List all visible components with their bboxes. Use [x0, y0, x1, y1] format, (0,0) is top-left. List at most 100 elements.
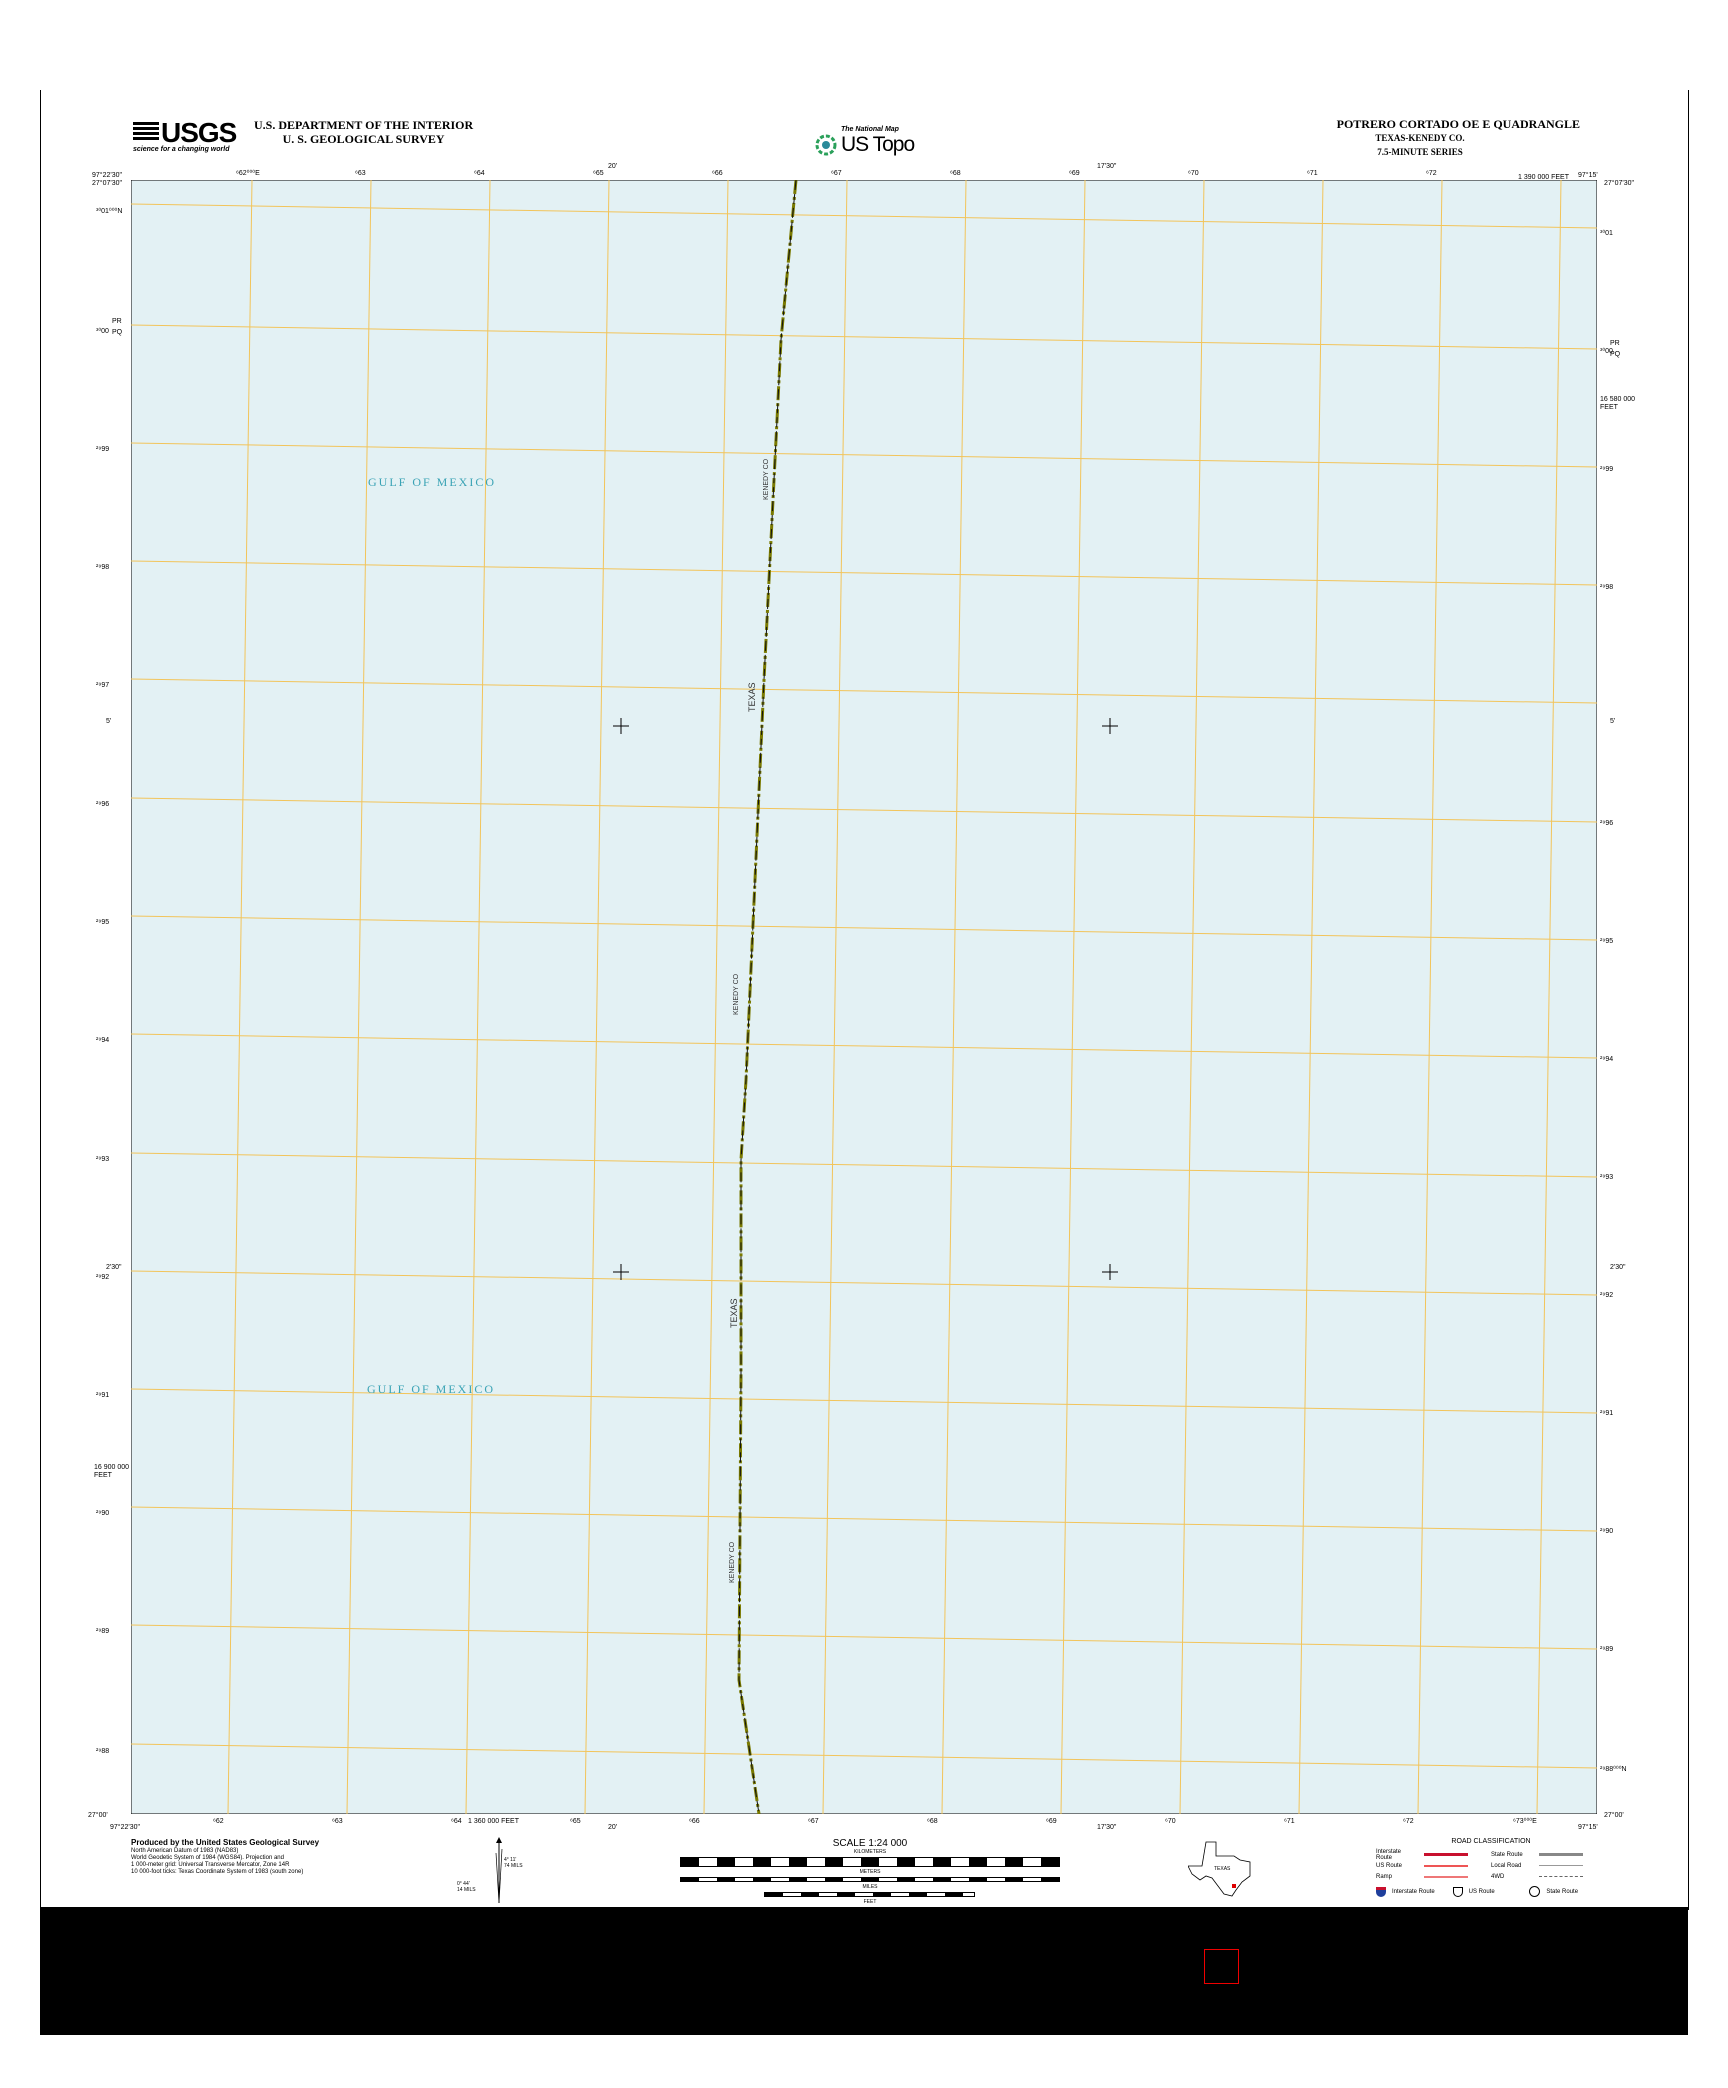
top-tick-label: ⁶69 [1069, 170, 1080, 177]
road-ramp-swatch [1424, 1875, 1468, 1878]
road-state-label: State Route [1491, 1851, 1523, 1858]
state-route-shield-icon [1529, 1886, 1541, 1897]
boundary-label-kenedy-2: KENEDY CO [733, 973, 740, 1015]
declination-diagram: 0° 44' 14 MILS 4° 11' 74 MILS [457, 1837, 523, 1904]
left-tick-label: ²⁹91 [96, 1392, 110, 1399]
road-classification: ROAD CLASSIFICATION Interstate Route Sta… [1376, 1838, 1606, 1897]
right-minute-label-1: 5' [1610, 718, 1616, 725]
state-location-map: TEXAS [1188, 1841, 1251, 1897]
top-tick-label: ⁶62⁰⁰⁰E [236, 170, 260, 177]
department-line1: U.S. DEPARTMENT OF THE INTERIOR [254, 118, 474, 132]
datum-line-4: 10 000-foot ticks: Texas Coordinate Syst… [131, 1869, 304, 1875]
right-tick-label: ³⁰01 [1600, 230, 1613, 237]
usgs-tagline: science for a changing world [133, 146, 230, 153]
bottom-tick-label: ⁶67 [808, 1818, 819, 1825]
quad-location-marker [1232, 1884, 1236, 1888]
right-tick-label: ²⁹90 [1600, 1528, 1614, 1535]
left-tick-label: ³⁰01⁰⁰⁰N [96, 208, 123, 215]
right-tick-label: ²⁹93 [1600, 1174, 1614, 1181]
bottom-black-bar [40, 1907, 1688, 2035]
road-us-swatch [1424, 1864, 1468, 1867]
gn-declination: 0° 44' 14 MILS [457, 1881, 476, 1893]
left-tick-label: ²⁹88 [96, 1748, 110, 1755]
bottom-tick-label: ⁶70 [1165, 1818, 1176, 1825]
road-4wd-label: 4WD [1491, 1873, 1505, 1880]
bottom-tick-label: ⁶66 [689, 1818, 700, 1825]
mn-declination: 4° 11' 74 MILS [504, 1857, 523, 1869]
top-tick-label: ⁶63 [355, 170, 366, 177]
scale-unit-mi: MILES [862, 1884, 878, 1890]
right-tick-label: ²⁹92 [1600, 1292, 1614, 1299]
top-tick-label: ⁶64 [474, 170, 485, 177]
shield-us-label: US Route [1468, 1888, 1495, 1895]
left-tick-label: ²⁹93 [96, 1156, 110, 1163]
department-heading: U.S. DEPARTMENT OF THE INTERIOR U. S. GE… [254, 118, 473, 146]
road-local-swatch [1539, 1865, 1583, 1866]
corner-top-right-lon: 97°15' [1578, 172, 1598, 179]
shield-state-label: State Route [1546, 1888, 1579, 1895]
left-minute-label-2: 2'30" [106, 1264, 122, 1271]
right-tick-label: ²⁹98 [1600, 584, 1614, 591]
feet-label-left: 16 900 000 FEET [94, 1464, 130, 1479]
left-tick-label: ²⁹94 [96, 1037, 110, 1044]
true-north-star-icon [496, 1837, 502, 1843]
department-line2: U. S. GEOLOGICAL SURVEY [282, 132, 445, 146]
corner-bottom-right-lat: 27°00' [1604, 1812, 1624, 1819]
map-body: GULF OF MEXICO GULF OF MEXICO KENEDY CO … [131, 180, 1597, 1814]
scale-bar-m [680, 1877, 1060, 1882]
feet-label-bottom: 1 360 000 FEET [468, 1818, 519, 1825]
bottom-tick-label: ⁶62 [213, 1818, 224, 1825]
water-label-gulf-2: GULF OF MEXICO [367, 1382, 495, 1396]
corner-bottom-left-lat: 27°00' [88, 1812, 108, 1819]
production-notes: Produced by the United States Geological… [131, 1838, 319, 1876]
left-tick-label: ²⁹99 [96, 446, 110, 453]
interstate-shield-icon [1376, 1886, 1386, 1897]
left-tick-label: ²⁹89 [96, 1628, 110, 1635]
top-minute-label-2: 17'30" [1097, 163, 1117, 170]
road-classification-title: ROAD CLASSIFICATION [1451, 1838, 1531, 1845]
us-topo-name: US Topo [841, 133, 915, 156]
corner-bottom-right-lon: 97°15' [1578, 1824, 1598, 1831]
top-minute-label-1: 20' [608, 163, 618, 170]
left-tick-label: ²⁹90 [96, 1510, 110, 1517]
boundary-label-texas-2: TEXAS [729, 1298, 739, 1328]
national-map-tagline: The National Map [841, 126, 899, 133]
bottom-tick-label: ⁶68 [927, 1818, 938, 1825]
usgs-wordmark: USGS [161, 117, 237, 148]
boundary-label-texas-1: TEXAS [747, 682, 757, 712]
quadrangle-title: POTRERO CORTADO OE E QUADRANGLE [1336, 117, 1580, 131]
shield-interstate-label: Interstate Route [1392, 1888, 1435, 1895]
road-state-swatch [1539, 1853, 1583, 1856]
scale-bar-mi [763, 1892, 975, 1897]
right-tick-label: ²⁹96 [1600, 820, 1614, 827]
bottom-tick-label: ⁶69 [1046, 1818, 1057, 1825]
bottom-tick-label: ⁶73⁰⁰⁰E [1513, 1818, 1537, 1825]
bottom-tick-label: ⁶64 [451, 1818, 462, 1825]
neatline-right [1688, 90, 1689, 1910]
feet-label-right: 16 580 000 FEET [1600, 396, 1636, 411]
neatline-left [40, 90, 41, 1910]
boundary-label-kenedy-3: KENEDY CO [729, 1541, 736, 1583]
left-tick-label: ²⁹92 [96, 1274, 110, 1281]
scale-block: SCALE 1:24 000 KILOMETERS METERS MILES F… [680, 1838, 1060, 1905]
road-ramp-label: Ramp [1376, 1873, 1393, 1880]
produced-by: Produced by the United States Geological… [131, 1838, 320, 1847]
state-name: TEXAS [1214, 1866, 1231, 1872]
right-tick-label: ²⁹94 [1600, 1056, 1614, 1063]
top-tick-label: ⁶68 [950, 170, 961, 177]
left-minute-label-1: 5' [106, 718, 112, 725]
scale-title: SCALE 1:24 000 [832, 1838, 908, 1849]
left-tick-label: ³⁰00 [96, 328, 109, 335]
top-tick-label: ⁶67 [831, 170, 842, 177]
road-row-3: Ramp 4WD [1376, 1871, 1606, 1882]
bottom-minute-label-2: 17'30" [1097, 1824, 1117, 1831]
right-tick-label: ²⁹99 [1600, 466, 1614, 473]
top-tick-label: ⁶70 [1188, 170, 1199, 177]
bottom-tick-label: ⁶63 [332, 1818, 343, 1825]
bottom-tick-label: ⁶71 [1284, 1818, 1295, 1825]
road-interstate-swatch [1424, 1853, 1468, 1856]
top-tick-label: ⁶71 [1307, 170, 1318, 177]
top-tick-label: ⁶65 [593, 170, 604, 177]
road-shields-row: Interstate Route US Route State Route [1376, 1886, 1606, 1897]
scale-unit-km: KILOMETERS [853, 1849, 887, 1855]
